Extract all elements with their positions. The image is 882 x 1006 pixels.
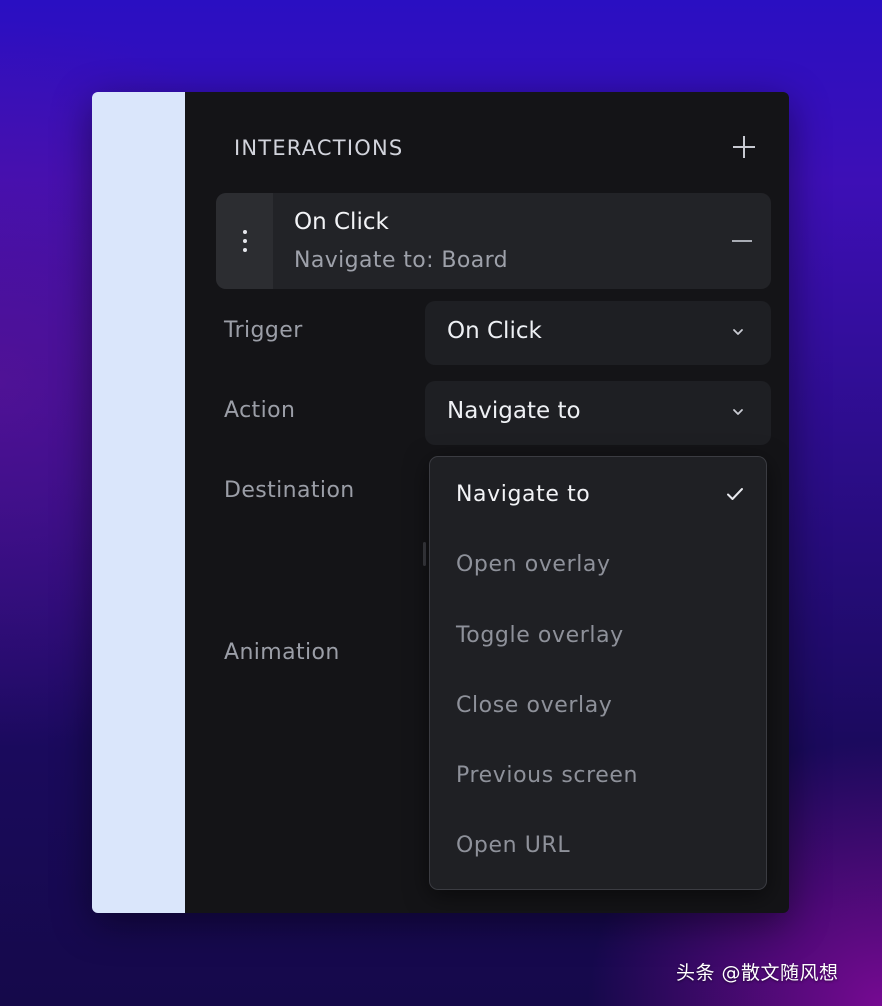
remove-interaction-button[interactable] bbox=[731, 230, 753, 252]
chevron-down-icon bbox=[733, 329, 743, 335]
dropdown-option-toggle-overlay[interactable]: Toggle overlay bbox=[456, 623, 624, 648]
chevron-down-icon bbox=[733, 409, 743, 415]
section-title: INTERACTIONS bbox=[234, 136, 404, 160]
animation-label: Animation bbox=[224, 640, 340, 665]
action-label: Action bbox=[224, 398, 296, 423]
action-select[interactable]: Navigate to bbox=[425, 381, 771, 445]
trigger-select[interactable]: On Click bbox=[425, 301, 771, 365]
canvas-preview-strip[interactable] bbox=[92, 92, 185, 913]
interactions-panel: INTERACTIONS On Click Navigate to: Board… bbox=[185, 92, 789, 913]
dropdown-option-previous-screen[interactable]: Previous screen bbox=[456, 763, 638, 788]
app-window: INTERACTIONS On Click Navigate to: Board… bbox=[92, 92, 789, 913]
trigger-label: Trigger bbox=[224, 318, 303, 343]
destination-field-edge bbox=[423, 542, 426, 566]
vertical-dots-icon[interactable] bbox=[216, 193, 273, 289]
interaction-card[interactable]: On Click Navigate to: Board bbox=[216, 193, 771, 289]
destination-label: Destination bbox=[224, 478, 355, 503]
action-dropdown-menu: Navigate to Open overlay Toggle overlay … bbox=[429, 456, 767, 890]
trigger-value: On Click bbox=[447, 318, 542, 344]
interaction-title: On Click bbox=[294, 209, 389, 235]
dropdown-option-navigate-to[interactable]: Navigate to bbox=[456, 482, 590, 507]
action-value: Navigate to bbox=[447, 398, 581, 424]
watermark-text: 头条 @散文随风想 bbox=[676, 962, 839, 984]
dropdown-option-close-overlay[interactable]: Close overlay bbox=[456, 693, 612, 718]
dropdown-option-open-overlay[interactable]: Open overlay bbox=[456, 552, 611, 577]
interaction-subtitle: Navigate to: Board bbox=[294, 248, 509, 273]
check-icon bbox=[727, 488, 743, 500]
dropdown-option-open-url[interactable]: Open URL bbox=[456, 833, 570, 858]
add-interaction-button[interactable] bbox=[729, 132, 759, 162]
